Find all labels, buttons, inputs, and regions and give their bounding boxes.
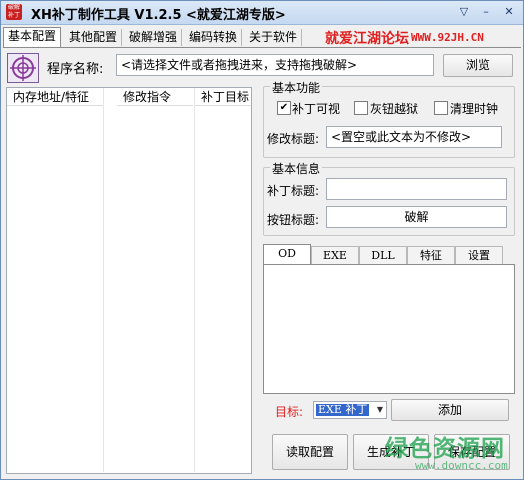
title-bar: 破解补丁 XH补丁制作工具 V1.2.5 <就爱江湖专版> ▽ – ✕ bbox=[1, 1, 523, 25]
target-label: 目标: bbox=[275, 405, 304, 419]
target-select[interactable]: EXE 补丁 ▼ bbox=[313, 401, 387, 419]
patch-mode-tabs: OD EXE DLL 特征 设置 bbox=[263, 244, 513, 264]
tab-encoding[interactable]: 编码转换 bbox=[185, 29, 243, 46]
basic-info-group: 基本信息 补丁标题: 按钮标题: 破解 bbox=[263, 160, 515, 236]
button-title-input[interactable]: 破解 bbox=[326, 206, 507, 228]
tab-about[interactable]: 关于软件 bbox=[245, 29, 303, 46]
gray-button-jailbreak-label[interactable]: 灰钮越狱 bbox=[370, 100, 418, 117]
od-panel[interactable] bbox=[263, 264, 515, 394]
modify-title-input[interactable]: <置空或此文本为不修改> bbox=[326, 126, 502, 148]
add-button[interactable]: 添加 bbox=[391, 399, 509, 421]
tab-other-config[interactable]: 其他配置 bbox=[65, 29, 123, 46]
watermark-url: www.downcc.com bbox=[415, 459, 508, 472]
patch-visible-checkbox[interactable]: ✔ bbox=[277, 101, 291, 115]
tab-crack-enhance[interactable]: 破解增强 bbox=[125, 29, 183, 46]
clear-clock-label[interactable]: 清理时钟 bbox=[450, 100, 498, 117]
tab-dll[interactable]: DLL bbox=[359, 246, 407, 264]
column-header-target[interactable]: 补丁目标 bbox=[195, 88, 251, 106]
read-config-button[interactable]: 读取配置 bbox=[272, 434, 348, 470]
column-header-instruction[interactable]: 修改指令 bbox=[117, 88, 193, 106]
pin-icon[interactable]: ▽ bbox=[455, 4, 473, 20]
tab-basic-config[interactable]: 基本配置 bbox=[3, 27, 62, 47]
chevron-down-icon: ▼ bbox=[376, 405, 383, 414]
program-name-input[interactable]: <请选择文件或者拖拽进来，支持拖拽破解> bbox=[116, 54, 434, 76]
forum-url: WWW.92JH.CN bbox=[411, 31, 484, 44]
basic-functions-title: 基本功能 bbox=[270, 79, 323, 96]
gray-button-jailbreak-checkbox[interactable] bbox=[354, 101, 368, 115]
window-title: XH补丁制作工具 V1.2.5 <就爱江湖专版> bbox=[31, 8, 286, 23]
watermark: 绿色资源网 bbox=[385, 436, 505, 462]
target-select-value: EXE 补丁 bbox=[316, 403, 370, 416]
basic-info-title: 基本信息 bbox=[270, 160, 323, 177]
browse-button[interactable]: 浏览 bbox=[443, 54, 513, 77]
app-window: 破解补丁 XH补丁制作工具 V1.2.5 <就爱江湖专版> ▽ – ✕ 基本配置… bbox=[0, 0, 524, 480]
button-title-label: 按钮标题: bbox=[267, 213, 320, 227]
tab-od[interactable]: OD bbox=[263, 244, 311, 264]
basic-functions-group: 基本功能 ✔ 补丁可视 灰钮越狱 清理时钟 修改标题: <置空或此文本为不修改> bbox=[263, 79, 515, 158]
patch-title-label: 补丁标题: bbox=[267, 184, 320, 198]
list-column-divider bbox=[7, 88, 104, 472]
patch-visible-label[interactable]: 补丁可视 bbox=[292, 100, 340, 117]
modify-title-label: 修改标题: bbox=[267, 132, 320, 146]
list-column-divider bbox=[104, 88, 195, 472]
column-header-address[interactable]: 内存地址/特征 bbox=[7, 88, 103, 106]
tab-signature[interactable]: 特征 bbox=[407, 246, 455, 264]
minimize-button[interactable]: – bbox=[477, 4, 495, 20]
close-button[interactable]: ✕ bbox=[500, 4, 518, 20]
patch-title-input[interactable] bbox=[326, 178, 507, 200]
tab-settings[interactable]: 设置 bbox=[455, 246, 503, 264]
clear-clock-checkbox[interactable] bbox=[434, 101, 448, 115]
forum-slogan: 就爱江湖论坛 bbox=[325, 31, 409, 47]
app-icon: 破解补丁 bbox=[6, 4, 22, 20]
tab-exe[interactable]: EXE bbox=[311, 246, 359, 264]
patch-list[interactable]: 内存地址/特征 修改指令 补丁目标 bbox=[6, 87, 252, 474]
crosshair-logo-icon bbox=[7, 53, 39, 83]
program-name-label: 程序名称: bbox=[47, 62, 104, 77]
